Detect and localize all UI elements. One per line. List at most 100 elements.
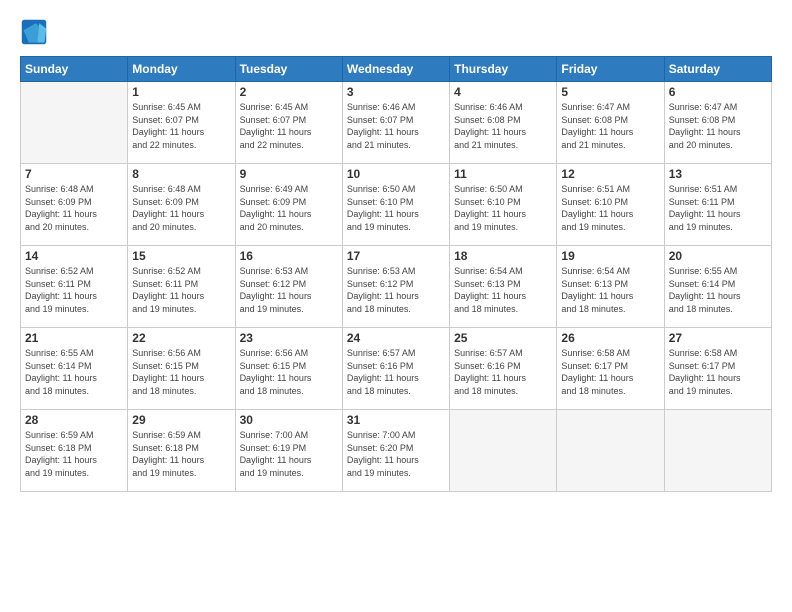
calendar-cell: 18 Sunrise: 6:54 AM Sunset: 6:13 PM Dayli…	[450, 246, 557, 328]
calendar-cell: 26 Sunrise: 6:58 AM Sunset: 6:17 PM Dayli…	[557, 328, 664, 410]
cell-info: Sunrise: 6:53 AM Sunset: 6:12 PM Dayligh…	[347, 265, 445, 315]
calendar-cell: 3 Sunrise: 6:46 AM Sunset: 6:07 PM Daylig…	[342, 82, 449, 164]
calendar-cell: 17 Sunrise: 6:53 AM Sunset: 6:12 PM Dayli…	[342, 246, 449, 328]
calendar-cell	[664, 410, 771, 492]
day-number: 23	[240, 331, 338, 345]
cell-info: Sunrise: 6:49 AM Sunset: 6:09 PM Dayligh…	[240, 183, 338, 233]
day-number: 31	[347, 413, 445, 427]
cell-info: Sunrise: 6:45 AM Sunset: 6:07 PM Dayligh…	[132, 101, 230, 151]
calendar-week-3: 14 Sunrise: 6:52 AM Sunset: 6:11 PM Dayli…	[21, 246, 772, 328]
calendar-cell: 10Sunrise: 6:50 AM Sunset: 6:10 PM Dayli…	[342, 164, 449, 246]
day-number: 7	[25, 167, 123, 181]
calendar-cell: 31 Sunrise: 7:00 AM Sunset: 6:20 PM Dayli…	[342, 410, 449, 492]
calendar-header-saturday: Saturday	[664, 57, 771, 82]
day-number: 1	[132, 85, 230, 99]
cell-info: Sunrise: 6:52 AM Sunset: 6:11 PM Dayligh…	[25, 265, 123, 315]
calendar-cell: 11Sunrise: 6:50 AM Sunset: 6:10 PM Dayli…	[450, 164, 557, 246]
cell-info: Sunrise: 7:00 AM Sunset: 6:19 PM Dayligh…	[240, 429, 338, 479]
calendar-week-2: 7 Sunrise: 6:48 AM Sunset: 6:09 PM Daylig…	[21, 164, 772, 246]
calendar-cell: 1 Sunrise: 6:45 AM Sunset: 6:07 PM Daylig…	[128, 82, 235, 164]
calendar-header-tuesday: Tuesday	[235, 57, 342, 82]
calendar-cell: 5 Sunrise: 6:47 AM Sunset: 6:08 PM Daylig…	[557, 82, 664, 164]
calendar-cell: 7Sunrise: 6:48 AM Sunset: 6:09 PM Daylig…	[21, 164, 128, 246]
day-number: 4	[454, 85, 552, 99]
calendar-cell: 30 Sunrise: 7:00 AM Sunset: 6:19 PM Dayli…	[235, 410, 342, 492]
day-number: 24	[347, 331, 445, 345]
day-number: 8	[132, 167, 230, 181]
cell-info: Sunrise: 6:46 AM Sunset: 6:07 PM Dayligh…	[347, 101, 445, 151]
cell-info: Sunrise: 6:58 AM Sunset: 6:17 PM Dayligh…	[669, 347, 767, 397]
cell-info: Sunrise: 6:57 AM Sunset: 6:16 PM Dayligh…	[454, 347, 552, 397]
day-number: 18	[454, 249, 552, 263]
calendar-cell	[557, 410, 664, 492]
calendar-cell	[450, 410, 557, 492]
calendar-header-sunday: Sunday	[21, 57, 128, 82]
calendar-cell: 9 Sunrise: 6:49 AM Sunset: 6:09 PM Daylig…	[235, 164, 342, 246]
header	[20, 18, 772, 46]
calendar-cell: 20 Sunrise: 6:55 AM Sunset: 6:14 PM Dayli…	[664, 246, 771, 328]
page: SundayMondayTuesdayWednesdayThursdayFrid…	[0, 0, 792, 612]
day-number: 19	[561, 249, 659, 263]
cell-info: Sunrise: 6:48 AM Sunset: 6:09 PM Dayligh…	[132, 183, 230, 233]
day-number: 2	[240, 85, 338, 99]
day-number: 10	[347, 167, 445, 181]
cell-info: Sunrise: 6:46 AM Sunset: 6:08 PM Dayligh…	[454, 101, 552, 151]
calendar-header-row: SundayMondayTuesdayWednesdayThursdayFrid…	[21, 57, 772, 82]
calendar-cell: 13 Sunrise: 6:51 AM Sunset: 6:11 PM Dayli…	[664, 164, 771, 246]
calendar-header-wednesday: Wednesday	[342, 57, 449, 82]
calendar-cell: 16Sunrise: 6:53 AM Sunset: 6:12 PM Dayli…	[235, 246, 342, 328]
cell-info: Sunrise: 6:52 AM Sunset: 6:11 PM Dayligh…	[132, 265, 230, 315]
day-number: 14	[25, 249, 123, 263]
calendar-cell: 2 Sunrise: 6:45 AM Sunset: 6:07 PM Daylig…	[235, 82, 342, 164]
calendar-cell: 28Sunrise: 6:59 AM Sunset: 6:18 PM Dayli…	[21, 410, 128, 492]
calendar-week-5: 28Sunrise: 6:59 AM Sunset: 6:18 PM Dayli…	[21, 410, 772, 492]
calendar-cell: 21 Sunrise: 6:55 AM Sunset: 6:14 PM Dayli…	[21, 328, 128, 410]
calendar-cell: 15 Sunrise: 6:52 AM Sunset: 6:11 PM Dayli…	[128, 246, 235, 328]
cell-info: Sunrise: 6:56 AM Sunset: 6:15 PM Dayligh…	[132, 347, 230, 397]
day-number: 3	[347, 85, 445, 99]
calendar-cell: 12 Sunrise: 6:51 AM Sunset: 6:10 PM Dayli…	[557, 164, 664, 246]
calendar-week-1: 1 Sunrise: 6:45 AM Sunset: 6:07 PM Daylig…	[21, 82, 772, 164]
calendar-cell: 22Sunrise: 6:56 AM Sunset: 6:15 PM Dayli…	[128, 328, 235, 410]
day-number: 6	[669, 85, 767, 99]
calendar-cell: 8 Sunrise: 6:48 AM Sunset: 6:09 PM Daylig…	[128, 164, 235, 246]
day-number: 15	[132, 249, 230, 263]
calendar-header-friday: Friday	[557, 57, 664, 82]
logo-icon	[20, 18, 48, 46]
cell-info: Sunrise: 6:55 AM Sunset: 6:14 PM Dayligh…	[25, 347, 123, 397]
cell-info: Sunrise: 6:54 AM Sunset: 6:13 PM Dayligh…	[561, 265, 659, 315]
day-number: 21	[25, 331, 123, 345]
day-number: 30	[240, 413, 338, 427]
calendar-cell: 6Sunrise: 6:47 AM Sunset: 6:08 PM Daylig…	[664, 82, 771, 164]
cell-info: Sunrise: 6:54 AM Sunset: 6:13 PM Dayligh…	[454, 265, 552, 315]
cell-info: Sunrise: 6:59 AM Sunset: 6:18 PM Dayligh…	[25, 429, 123, 479]
cell-info: Sunrise: 6:47 AM Sunset: 6:08 PM Dayligh…	[561, 101, 659, 151]
cell-info: Sunrise: 6:50 AM Sunset: 6:10 PM Dayligh…	[454, 183, 552, 233]
calendar-cell: 25Sunrise: 6:57 AM Sunset: 6:16 PM Dayli…	[450, 328, 557, 410]
day-number: 26	[561, 331, 659, 345]
day-number: 27	[669, 331, 767, 345]
day-number: 5	[561, 85, 659, 99]
calendar-cell	[21, 82, 128, 164]
day-number: 12	[561, 167, 659, 181]
calendar-cell: 4 Sunrise: 6:46 AM Sunset: 6:08 PM Daylig…	[450, 82, 557, 164]
calendar-cell: 27 Sunrise: 6:58 AM Sunset: 6:17 PM Dayli…	[664, 328, 771, 410]
calendar-table: SundayMondayTuesdayWednesdayThursdayFrid…	[20, 56, 772, 492]
cell-info: Sunrise: 6:57 AM Sunset: 6:16 PM Dayligh…	[347, 347, 445, 397]
day-number: 17	[347, 249, 445, 263]
day-number: 13	[669, 167, 767, 181]
calendar-cell: 24 Sunrise: 6:57 AM Sunset: 6:16 PM Dayli…	[342, 328, 449, 410]
cell-info: Sunrise: 6:45 AM Sunset: 6:07 PM Dayligh…	[240, 101, 338, 151]
cell-info: Sunrise: 6:56 AM Sunset: 6:15 PM Dayligh…	[240, 347, 338, 397]
cell-info: Sunrise: 6:59 AM Sunset: 6:18 PM Dayligh…	[132, 429, 230, 479]
cell-info: Sunrise: 6:51 AM Sunset: 6:11 PM Dayligh…	[669, 183, 767, 233]
cell-info: Sunrise: 6:55 AM Sunset: 6:14 PM Dayligh…	[669, 265, 767, 315]
cell-info: Sunrise: 6:58 AM Sunset: 6:17 PM Dayligh…	[561, 347, 659, 397]
cell-info: Sunrise: 6:53 AM Sunset: 6:12 PM Dayligh…	[240, 265, 338, 315]
day-number: 9	[240, 167, 338, 181]
calendar-cell: 19 Sunrise: 6:54 AM Sunset: 6:13 PM Dayli…	[557, 246, 664, 328]
calendar-cell: 23 Sunrise: 6:56 AM Sunset: 6:15 PM Dayli…	[235, 328, 342, 410]
cell-info: Sunrise: 6:51 AM Sunset: 6:10 PM Dayligh…	[561, 183, 659, 233]
cell-info: Sunrise: 7:00 AM Sunset: 6:20 PM Dayligh…	[347, 429, 445, 479]
day-number: 20	[669, 249, 767, 263]
